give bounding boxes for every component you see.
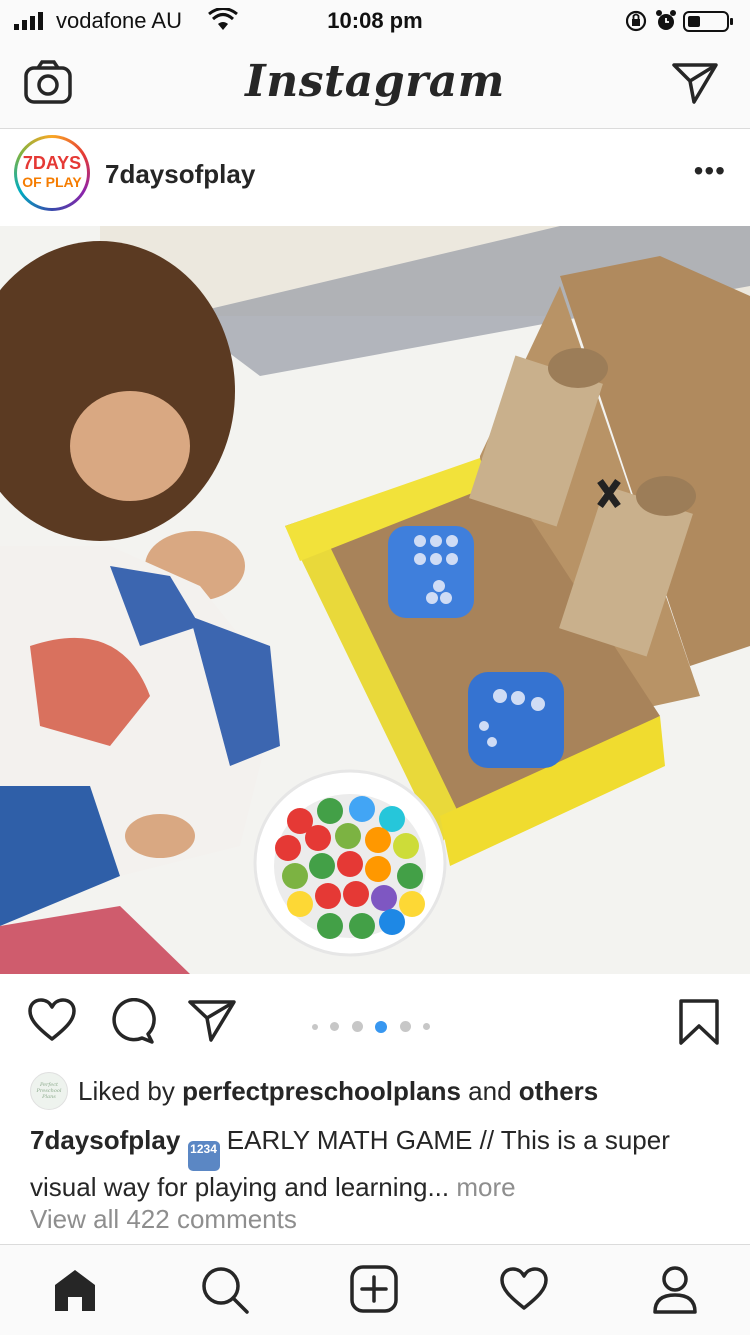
alarm-icon [656, 10, 676, 30]
new-post-icon[interactable] [350, 1265, 398, 1313]
avatar[interactable]: 7DAYS OF PLAY [14, 135, 90, 211]
post-header: 7DAYS OF PLAY 7daysofplay ••• [0, 129, 750, 225]
photo-illustration [0, 226, 750, 974]
post-username[interactable]: 7daysofplay [105, 159, 255, 190]
battery-icon [683, 11, 733, 32]
caption-more-link[interactable]: more [456, 1172, 515, 1202]
instagram-logo: Instagram [245, 56, 505, 107]
search-icon[interactable] [200, 1265, 250, 1315]
caption-username[interactable]: 7daysofplay [30, 1125, 180, 1155]
likes-row: Perfect Preschool Plans Liked by perfect… [0, 1072, 750, 1112]
profile-icon[interactable] [652, 1265, 698, 1315]
avatar-line-2: OF PLAY [22, 174, 82, 190]
number-input-emoji: 1234 [187, 1141, 220, 1171]
post-caption: 7daysofplay 1234 EARLY MATH GAME // This… [30, 1124, 720, 1203]
paper-plane-icon[interactable] [672, 62, 718, 104]
status-bar: vodafone AU 10:08 pm [0, 0, 750, 42]
like-heart-icon[interactable] [28, 998, 76, 1042]
post-actions [0, 974, 750, 1074]
comment-icon[interactable] [108, 998, 156, 1044]
home-icon[interactable] [52, 1267, 98, 1313]
more-options-button[interactable]: ••• [694, 155, 726, 187]
post-photo[interactable] [0, 226, 750, 974]
status-right-icons [626, 10, 733, 32]
share-icon[interactable] [188, 998, 236, 1042]
activity-heart-icon[interactable] [500, 1267, 548, 1311]
liked-by-text[interactable]: Liked by perfectpreschoolplans and other… [78, 1076, 598, 1107]
carousel-dot [351, 1021, 363, 1033]
app-header: Instagram [0, 42, 750, 129]
bottom-tab-bar [0, 1244, 750, 1335]
carousel-dot-active [375, 1020, 388, 1033]
liked-by-avatar[interactable]: Perfect Preschool Plans [30, 1072, 68, 1110]
carousel-dot [399, 1021, 411, 1033]
carousel-dot [330, 1022, 340, 1032]
liked-by-user[interactable]: perfectpreschoolplans [182, 1076, 461, 1106]
liked-by-others[interactable]: others [519, 1076, 598, 1106]
carousel-dot [312, 1023, 318, 1030]
rotation-lock-icon [626, 10, 647, 32]
bookmark-icon[interactable] [678, 998, 720, 1046]
avatar-line-1: 7DAYS [22, 153, 82, 173]
view-comments-link[interactable]: View all 422 comments [30, 1204, 297, 1235]
carousel-dot [423, 1023, 431, 1031]
carousel-indicator [308, 1018, 434, 1036]
